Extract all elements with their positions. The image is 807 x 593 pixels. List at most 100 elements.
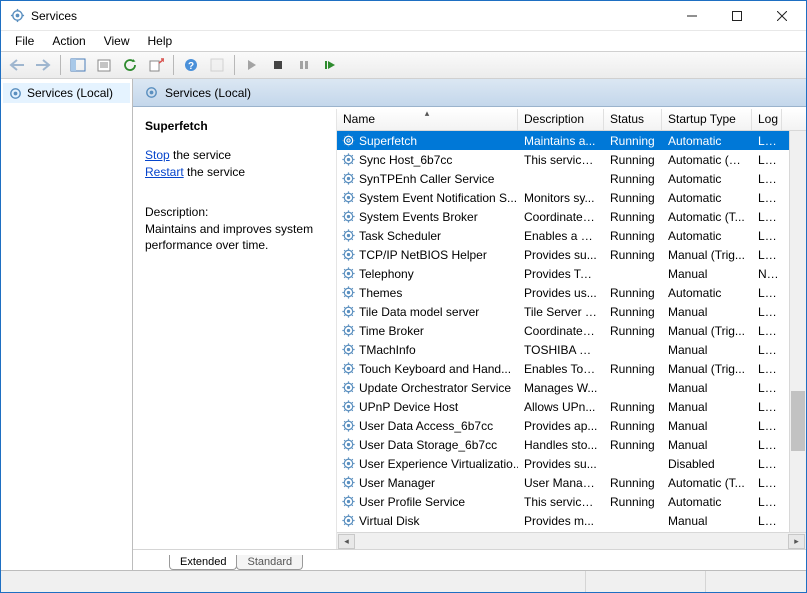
column-status[interactable]: Status <box>604 109 662 130</box>
show-hide-tree-button[interactable] <box>66 54 90 76</box>
gear-icon <box>340 475 356 491</box>
service-startup-type: Disabled <box>662 457 752 471</box>
column-headers: Name▴ Description Status Startup Type Lo… <box>337 109 806 131</box>
menu-bar: File Action View Help <box>1 31 806 51</box>
table-row[interactable]: TCP/IP NetBIOS HelperProvides su...Runni… <box>337 245 806 264</box>
table-row[interactable]: TelephonyProvides Tel...ManualNet <box>337 264 806 283</box>
scrollbar-thumb[interactable] <box>791 391 805 451</box>
service-logon: Loc <box>752 191 782 205</box>
table-row[interactable]: User Data Storage_6b7ccHandles sto...Run… <box>337 435 806 454</box>
properties-button[interactable] <box>92 54 116 76</box>
table-row[interactable]: Sync Host_6b7ccThis service ...RunningAu… <box>337 150 806 169</box>
service-logon: Loc <box>752 324 782 338</box>
service-logon: Loc <box>752 400 782 414</box>
service-description: Tile Server f... <box>518 305 604 319</box>
service-logon: Net <box>752 267 782 281</box>
help-topic-button[interactable] <box>205 54 229 76</box>
table-row[interactable]: User Profile ServiceThis service ...Runn… <box>337 492 806 511</box>
table-row[interactable]: Update Orchestrator ServiceManages W...M… <box>337 378 806 397</box>
forward-button[interactable] <box>31 54 55 76</box>
menu-file[interactable]: File <box>7 33 42 49</box>
tab-standard[interactable]: Standard <box>236 555 303 570</box>
gear-icon <box>340 209 356 225</box>
service-status: Running <box>604 438 662 452</box>
refresh-button[interactable] <box>118 54 142 76</box>
export-button[interactable] <box>144 54 168 76</box>
window-title: Services <box>31 9 669 23</box>
scroll-left-button[interactable]: ◂ <box>338 534 355 549</box>
service-name: System Events Broker <box>359 210 478 224</box>
gear-icon <box>340 228 356 244</box>
table-row[interactable]: Time BrokerCoordinates...RunningManual (… <box>337 321 806 340</box>
vertical-scrollbar[interactable] <box>789 131 806 532</box>
gear-icon <box>340 513 356 529</box>
table-row[interactable]: User Data Access_6b7ccProvides ap...Runn… <box>337 416 806 435</box>
list-body[interactable]: SuperfetchMaintains a...RunningAutomatic… <box>337 131 806 532</box>
column-name[interactable]: Name▴ <box>337 109 518 130</box>
maximize-button[interactable] <box>714 1 759 30</box>
minimize-button[interactable] <box>669 1 714 30</box>
scroll-right-button[interactable]: ▸ <box>788 534 805 549</box>
menu-help[interactable]: Help <box>140 33 181 49</box>
table-row[interactable]: Touch Keyboard and Hand...Enables Tou...… <box>337 359 806 378</box>
column-logon[interactable]: Log <box>752 109 782 130</box>
service-description: Allows UPn... <box>518 400 604 414</box>
service-logon: Loc <box>752 343 782 357</box>
service-name: System Event Notification S... <box>359 191 517 205</box>
stop-service-button[interactable] <box>266 54 290 76</box>
gear-icon <box>143 85 159 101</box>
restart-link[interactable]: Restart <box>145 165 184 179</box>
table-row[interactable]: TMachInfoTOSHIBA M...ManualLoc <box>337 340 806 359</box>
service-status: Running <box>604 476 662 490</box>
service-description: Coordinates... <box>518 324 604 338</box>
service-name: User Data Access_6b7cc <box>359 419 493 433</box>
table-row[interactable]: User ManagerUser Manag...RunningAutomati… <box>337 473 806 492</box>
table-row[interactable]: Tile Data model serverTile Server f...Ru… <box>337 302 806 321</box>
tree-item-services-local[interactable]: Services (Local) <box>3 83 130 103</box>
menu-action[interactable]: Action <box>44 33 93 49</box>
tree-item-label: Services (Local) <box>27 86 113 100</box>
service-status: Running <box>604 400 662 414</box>
column-description[interactable]: Description <box>518 109 604 130</box>
table-row[interactable]: User Experience Virtualizatio...Provides… <box>337 454 806 473</box>
table-row[interactable]: System Event Notification S...Monitors s… <box>337 188 806 207</box>
service-startup-type: Manual <box>662 343 752 357</box>
service-name: Tile Data model server <box>359 305 479 319</box>
service-logon: Loc <box>752 438 782 452</box>
gear-icon <box>340 323 356 339</box>
status-bar <box>1 570 806 592</box>
service-logon: Loc <box>752 476 782 490</box>
column-startup-type[interactable]: Startup Type <box>662 109 752 130</box>
gear-icon <box>340 361 356 377</box>
pause-service-button[interactable] <box>292 54 316 76</box>
tab-extended[interactable]: Extended <box>169 555 237 570</box>
stop-link[interactable]: Stop <box>145 148 170 162</box>
service-name: User Experience Virtualizatio... <box>359 457 518 471</box>
description-text: Maintains and improves system performanc… <box>145 221 326 253</box>
service-logon: Loc <box>752 362 782 376</box>
table-row[interactable]: Virtual DiskProvides m...ManualLoc <box>337 511 806 530</box>
table-row[interactable]: SuperfetchMaintains a...RunningAutomatic… <box>337 131 806 150</box>
help-button[interactable]: ? <box>179 54 203 76</box>
close-button[interactable] <box>759 1 804 30</box>
view-tabs: Extended Standard <box>133 549 806 570</box>
service-name: UPnP Device Host <box>359 400 458 414</box>
service-startup-type: Automatic <box>662 191 752 205</box>
table-row[interactable]: System Events BrokerCoordinates...Runnin… <box>337 207 806 226</box>
table-row[interactable]: SynTPEnh Caller ServiceRunningAutomaticL… <box>337 169 806 188</box>
service-startup-type: Automatic (T... <box>662 476 752 490</box>
service-name: User Manager <box>359 476 435 490</box>
service-startup-type: Automatic <box>662 229 752 243</box>
back-button[interactable] <box>5 54 29 76</box>
menu-view[interactable]: View <box>96 33 138 49</box>
start-service-button[interactable] <box>240 54 264 76</box>
gear-icon <box>340 304 356 320</box>
table-row[interactable]: UPnP Device HostAllows UPn...RunningManu… <box>337 397 806 416</box>
service-status: Running <box>604 153 662 167</box>
table-row[interactable]: Task SchedulerEnables a us...RunningAuto… <box>337 226 806 245</box>
service-name: Superfetch <box>359 134 417 148</box>
table-row[interactable]: ThemesProvides us...RunningAutomaticLoc <box>337 283 806 302</box>
horizontal-scrollbar[interactable]: ◂ ▸ <box>337 532 806 549</box>
service-list: Name▴ Description Status Startup Type Lo… <box>337 109 806 549</box>
restart-service-button[interactable] <box>318 54 342 76</box>
